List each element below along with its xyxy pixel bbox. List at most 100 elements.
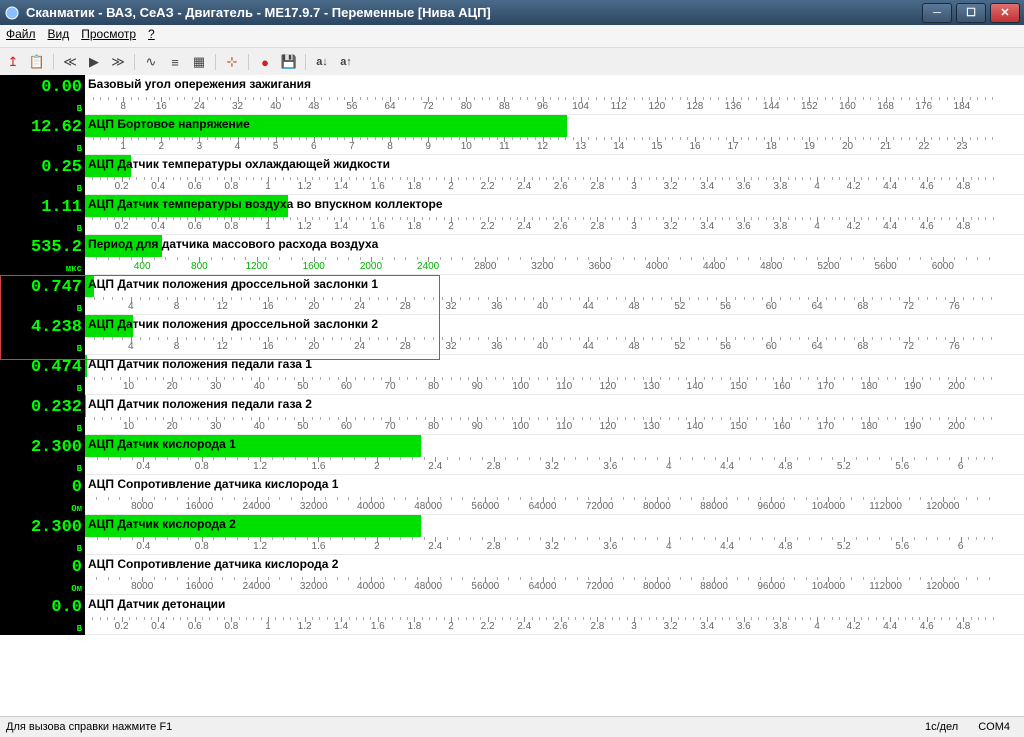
variable-row[interactable]: 2.300ВАЦП Датчик кислорода 20.40.81.21.6… <box>0 515 1024 555</box>
wave-icon[interactable]: ∿ <box>142 53 160 71</box>
tick-label: 48000 <box>414 581 442 592</box>
variable-label: АЦП Датчик температуры воздуха во впускн… <box>88 197 443 211</box>
tick-label: 1.4 <box>334 181 348 192</box>
tick-label: 3200 <box>531 261 553 272</box>
forward-icon[interactable]: ≫ <box>109 53 127 71</box>
tick-label: 110 <box>556 421 572 432</box>
tick-label: 10 <box>461 141 472 152</box>
close-button[interactable]: ✕ <box>990 3 1020 23</box>
menu-preview[interactable]: Просмотр <box>81 27 136 47</box>
rewind-icon[interactable]: ≪ <box>61 53 79 71</box>
save-icon[interactable]: 💾 <box>280 53 298 71</box>
tick-label: 80000 <box>643 581 671 592</box>
marker-icon[interactable]: ⊹ <box>223 53 241 71</box>
menu-view[interactable]: Вид <box>48 27 70 47</box>
tick-label: 8000 <box>131 501 153 512</box>
tick-label: 2.4 <box>517 621 531 632</box>
variables-panel: 0.00ВБазовый угол опережения зажигания81… <box>0 75 1024 717</box>
tick-label: 3.6 <box>737 221 751 232</box>
tick-label: 72000 <box>586 501 614 512</box>
tick-label: 2.8 <box>590 621 604 632</box>
tick-label: 72 <box>423 101 434 112</box>
variable-row[interactable]: 0.00ВБазовый угол опережения зажигания81… <box>0 75 1024 115</box>
tick-label: 80000 <box>643 501 671 512</box>
variable-row[interactable]: 0ОмАЦП Сопротивление датчика кислорода 1… <box>0 475 1024 515</box>
tick-label: 48 <box>628 301 639 312</box>
variable-row[interactable]: 1.11ВАЦП Датчик температуры воздуха во в… <box>0 195 1024 235</box>
tick-label: 48 <box>628 341 639 352</box>
tick-label: 190 <box>905 381 922 392</box>
play-icon[interactable]: ▶ <box>85 53 103 71</box>
tick-label: 70 <box>384 421 395 432</box>
variable-row[interactable]: 0.25ВАЦП Датчик температуры охлаждающей … <box>0 155 1024 195</box>
tick-label: 16 <box>262 301 273 312</box>
tick-label: 190 <box>905 421 922 432</box>
variable-label: АЦП Датчик температуры охлаждающей жидко… <box>88 157 390 171</box>
font-increase-icon[interactable]: a↑ <box>337 53 355 71</box>
tick-label: 2.4 <box>517 221 531 232</box>
clipboard-icon[interactable]: 📋 <box>28 53 46 71</box>
variable-row[interactable]: 4.238ВАЦП Датчик положения дроссельной з… <box>0 315 1024 355</box>
tick-label: 1.4 <box>334 221 348 232</box>
record-icon[interactable]: ● <box>256 53 274 71</box>
variable-row[interactable]: 535.2мксПериод для датчика массового рас… <box>0 235 1024 275</box>
value-cell: 0.474В <box>0 355 85 395</box>
variable-row[interactable]: 2.300ВАЦП Датчик кислорода 10.40.81.21.6… <box>0 435 1024 475</box>
menu-file[interactable]: Файл <box>6 27 36 47</box>
tick-label: 32 <box>445 341 456 352</box>
font-decrease-icon[interactable]: a↓ <box>313 53 331 71</box>
tick-label: 160 <box>839 101 856 112</box>
tick-label: 0.2 <box>115 181 129 192</box>
tick-label: 1600 <box>303 261 325 272</box>
tick-label: 200 <box>948 421 965 432</box>
ruler: 481216202428323640444852566064687276 <box>85 336 1024 354</box>
tick-label: 1.6 <box>312 541 326 552</box>
tick-label: 6 <box>958 541 964 552</box>
tick-label: 0.6 <box>188 221 202 232</box>
tick-label: 12 <box>217 301 228 312</box>
tick-label: 160 <box>774 421 791 432</box>
tick-label: 4800 <box>760 261 782 272</box>
value-unit: Ом <box>71 504 82 514</box>
variable-row[interactable]: 0.232ВАЦП Датчик положения педали газа 2… <box>0 395 1024 435</box>
menu-help[interactable]: ? <box>148 27 155 47</box>
tick-label: 12 <box>537 141 548 152</box>
tick-label: 152 <box>801 101 818 112</box>
tick-label: 88000 <box>700 581 728 592</box>
tick-label: 76 <box>949 341 960 352</box>
variable-row[interactable]: 12.62ВАЦП Бортовое напряжение12345678910… <box>0 115 1024 155</box>
value-unit: В <box>77 544 82 554</box>
bar-track: АЦП Сопротивление датчика кислорода 1800… <box>85 475 1024 515</box>
grid-icon[interactable]: ▦ <box>190 53 208 71</box>
tick-label: 0.8 <box>195 461 209 472</box>
tick-label: 3.6 <box>603 461 617 472</box>
tick-label: 160 <box>774 381 791 392</box>
tick-label: 16000 <box>185 501 213 512</box>
tick-label: 3.8 <box>773 621 787 632</box>
up-arrow-icon[interactable]: ↥ <box>4 53 22 71</box>
variable-row[interactable]: 0.474ВАЦП Датчик положения педали газа 1… <box>0 355 1024 395</box>
variable-row[interactable]: 0.747ВАЦП Датчик положения дроссельной з… <box>0 275 1024 315</box>
status-port: COM4 <box>978 721 1010 733</box>
tick-label: 20 <box>167 421 178 432</box>
minimize-button[interactable]: ─ <box>922 3 952 23</box>
tick-label: 80 <box>428 421 439 432</box>
tick-label: 4.8 <box>779 541 793 552</box>
maximize-button[interactable]: ☐ <box>956 3 986 23</box>
tick-label: 5200 <box>817 261 839 272</box>
tick-label: 32 <box>232 101 243 112</box>
variable-row[interactable]: 0ОмАЦП Сопротивление датчика кислорода 2… <box>0 555 1024 595</box>
bars-icon[interactable]: ≡ <box>166 53 184 71</box>
tick-label: 32000 <box>300 581 328 592</box>
tick-label: 2.8 <box>590 221 604 232</box>
tick-label: 1200 <box>245 261 267 272</box>
tick-label: 0.6 <box>188 181 202 192</box>
tick-label: 17 <box>728 141 739 152</box>
tick-label: 6000 <box>932 261 954 272</box>
tick-label: 4.4 <box>883 181 897 192</box>
variable-row[interactable]: 0.0ВАЦП Датчик детонации0.20.40.60.811.2… <box>0 595 1024 635</box>
tick-label: 76 <box>949 301 960 312</box>
tick-label: 68 <box>857 341 868 352</box>
bar-track: АЦП Датчик положения дроссельной заслонк… <box>85 315 1024 355</box>
tick-label: 20 <box>308 341 319 352</box>
